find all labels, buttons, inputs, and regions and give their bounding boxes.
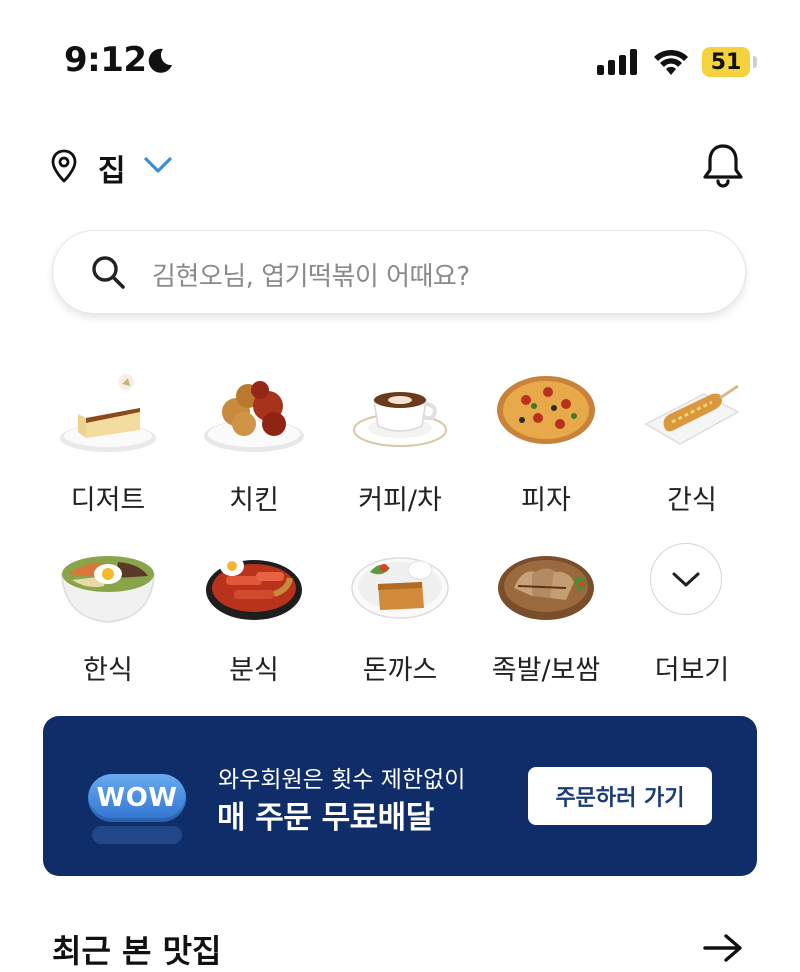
location-pin-icon[interactable] (48, 148, 80, 184)
category-label: 피자 (521, 485, 571, 516)
category-coffee-tea[interactable]: 커피/차 (335, 368, 465, 528)
snack-image (644, 384, 740, 445)
category-label: 커피/차 (358, 485, 442, 516)
wifi-icon (654, 49, 688, 75)
order-now-button[interactable]: 주문하러 가기 (528, 767, 712, 825)
category-label: 족발/보쌈 (491, 655, 601, 686)
search-placeholder[interactable]: 김현오님, 엽기떡볶이 어때요? (152, 256, 470, 293)
dessert-image (60, 374, 156, 452)
wow-badge: WOW (88, 774, 186, 822)
banner-subtitle: 와우회원은 횟수 제한없이 (218, 767, 466, 793)
category-korean[interactable]: 한식 (43, 538, 173, 698)
category-label: 한식 (83, 655, 133, 686)
category-label: 더보기 (654, 655, 730, 686)
category-label: 분식 (229, 655, 279, 686)
pizza-image (497, 376, 595, 444)
bibimbap-image (61, 556, 155, 623)
location-label[interactable]: 집 (98, 146, 126, 190)
battery-cap (753, 56, 757, 68)
category-pizza[interactable]: 피자 (481, 368, 611, 528)
donkatsu-image (351, 557, 449, 619)
category-label: 간식 (667, 485, 717, 516)
search-icon[interactable] (88, 252, 128, 292)
status-time: 9:12 (64, 40, 147, 80)
battery-icon: 51 (702, 47, 750, 77)
moon-icon (148, 48, 172, 73)
tteokbokki-image (206, 556, 302, 620)
category-bunsik[interactable]: 분식 (189, 538, 319, 698)
jokbal-image (498, 556, 594, 620)
coffee-image (353, 392, 447, 447)
category-dessert[interactable]: 디저트 (43, 368, 173, 528)
category-label: 돈까스 (362, 655, 438, 686)
category-label: 치킨 (229, 485, 279, 516)
chicken-image (204, 381, 304, 452)
category-more[interactable]: 더보기 (627, 538, 757, 698)
bell-icon[interactable] (700, 142, 746, 190)
category-snack[interactable]: 간식 (627, 368, 757, 528)
category-chicken[interactable]: 치킨 (189, 368, 319, 528)
signal-icon (597, 49, 637, 75)
chevron-down-icon[interactable] (142, 154, 174, 176)
arrow-right-icon[interactable] (702, 932, 744, 964)
recent-section-title: 최근 본 맛집 (52, 932, 222, 970)
category-donkatsu[interactable]: 돈까스 (335, 538, 465, 698)
battery-level: 51 (710, 49, 742, 75)
category-jokbal-bossam[interactable]: 족발/보쌈 (481, 538, 611, 698)
chevron-down-icon[interactable] (671, 570, 701, 590)
category-label: 디저트 (70, 485, 146, 516)
wow-badge-reflection (92, 826, 182, 844)
banner-title: 매 주문 무료배달 (217, 800, 434, 836)
